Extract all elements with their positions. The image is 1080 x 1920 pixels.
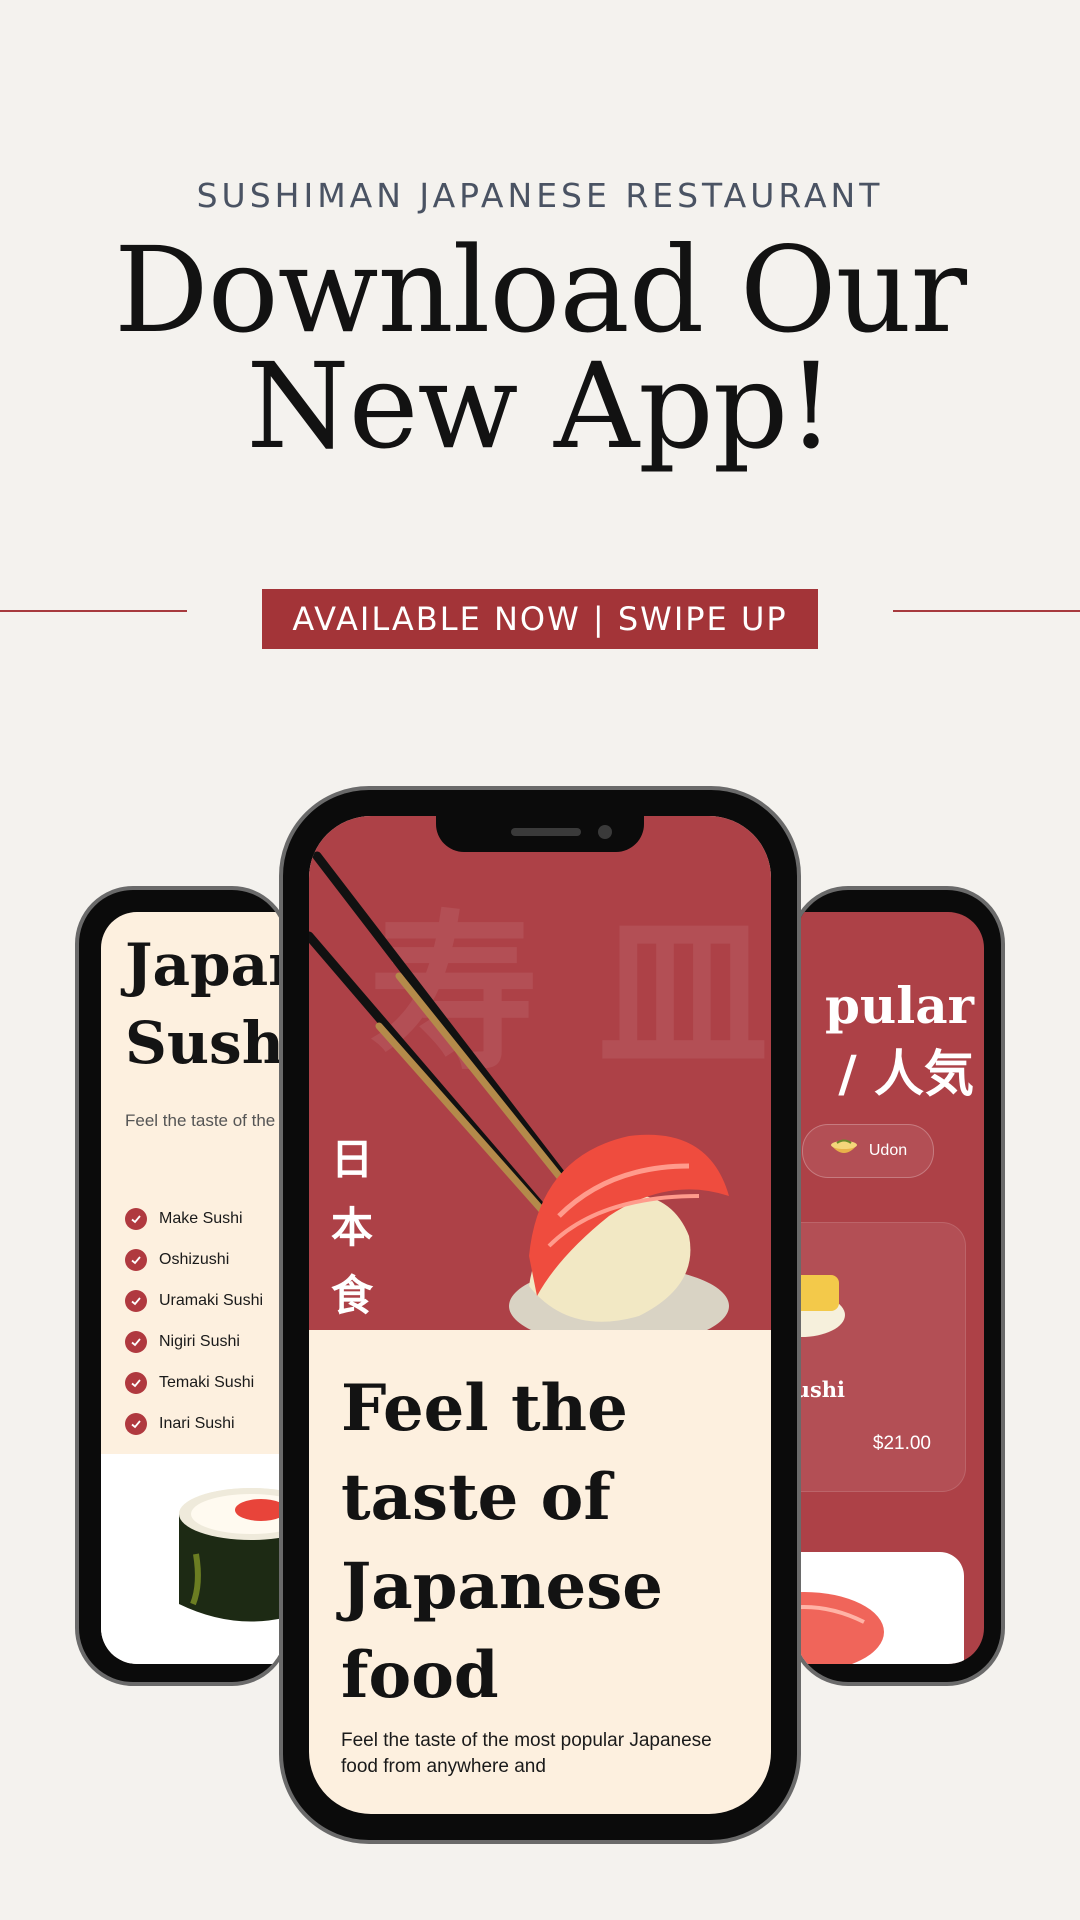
udon-bowl-icon — [829, 1137, 859, 1166]
list-item: Make Sushi — [125, 1198, 263, 1239]
phone-notch — [436, 816, 644, 852]
next-product-panel — [794, 1552, 964, 1664]
list-item: Oshizushi — [125, 1239, 263, 1280]
check-icon — [125, 1248, 147, 1271]
hero-body-text: Feel the taste of the most popular Japan… — [341, 1730, 712, 1777]
vertical-kanji: 日 本 食 — [327, 1126, 377, 1330]
list-item-label: Nigiri Sushi — [159, 1332, 240, 1350]
sushi-type-list: Make Sushi Oshizushi Uramaki Sushi Nigir… — [125, 1198, 263, 1444]
headline-line-2: New App! — [246, 337, 834, 475]
check-icon — [125, 1207, 147, 1230]
hero-heading: Feel the taste of Japanese food — [341, 1371, 663, 1713]
divider-right — [893, 610, 1080, 612]
list-item: Temaki Sushi — [125, 1362, 263, 1403]
list-item: Nigiri Sushi — [125, 1321, 263, 1362]
phone-center-screen: 寿 皿 日 本 食 Feel the taste of Japanese foo… — [309, 816, 771, 1814]
hero-banner: 寿 皿 日 本 食 — [309, 816, 771, 1330]
speaker-grille — [511, 828, 581, 836]
right-phone-title: pular / 人気 — [824, 976, 974, 1103]
phone-right: pular / 人気 Udon zu Sushi $21.00 — [790, 886, 1005, 1686]
phone-right-screen: pular / 人気 Udon zu Sushi $21.00 — [794, 912, 984, 1664]
phone-left: Japan Sushi Feel the taste of the here. … — [75, 886, 290, 1686]
kanji-char: 食 — [330, 1271, 373, 1320]
sushi-roll-panel — [101, 1454, 286, 1664]
camera-icon — [598, 825, 612, 839]
product-card[interactable]: zu Sushi $21.00 — [794, 1222, 966, 1492]
product-price: $21.00 — [872, 1433, 931, 1454]
phone-left-screen: Japan Sushi Feel the taste of the here. … — [101, 912, 290, 1664]
check-icon — [125, 1330, 147, 1353]
left-phone-description: Feel the taste of the here. — [125, 1111, 286, 1130]
check-icon — [125, 1412, 147, 1435]
available-now-button[interactable]: AVAILABLE NOW | SWIPE UP — [262, 589, 818, 649]
list-item-label: Oshizushi — [159, 1250, 230, 1268]
list-item-label: Make Sushi — [159, 1209, 243, 1227]
chopsticks-sushi-illustration — [309, 851, 729, 1330]
list-item: Uramaki Sushi — [125, 1280, 263, 1321]
phone-center: 寿 皿 日 本 食 Feel the taste of Japanese foo… — [279, 786, 801, 1844]
udon-category-chip[interactable]: Udon — [802, 1124, 934, 1178]
list-item: Inari Sushi — [125, 1403, 263, 1444]
headline: Download Our New App! — [0, 231, 1080, 465]
kanji-char: 本 — [330, 1203, 373, 1252]
divider-left — [0, 610, 187, 612]
list-item-label: Inari Sushi — [159, 1414, 235, 1432]
sushi-roll-illustration — [179, 1488, 286, 1622]
left-phone-title: Japan Sushi — [125, 931, 290, 1077]
list-item-label: Uramaki Sushi — [159, 1291, 264, 1309]
kicker-text: SUSHIMAN JAPANESE RESTAURANT — [196, 176, 884, 215]
udon-chip-label: Udon — [868, 1142, 908, 1159]
check-icon — [125, 1289, 147, 1312]
kanji-char: 日 — [330, 1135, 373, 1184]
check-icon — [125, 1371, 147, 1394]
salmon-sushi-illustration — [794, 1592, 884, 1664]
list-item-label: Temaki Sushi — [159, 1373, 255, 1391]
